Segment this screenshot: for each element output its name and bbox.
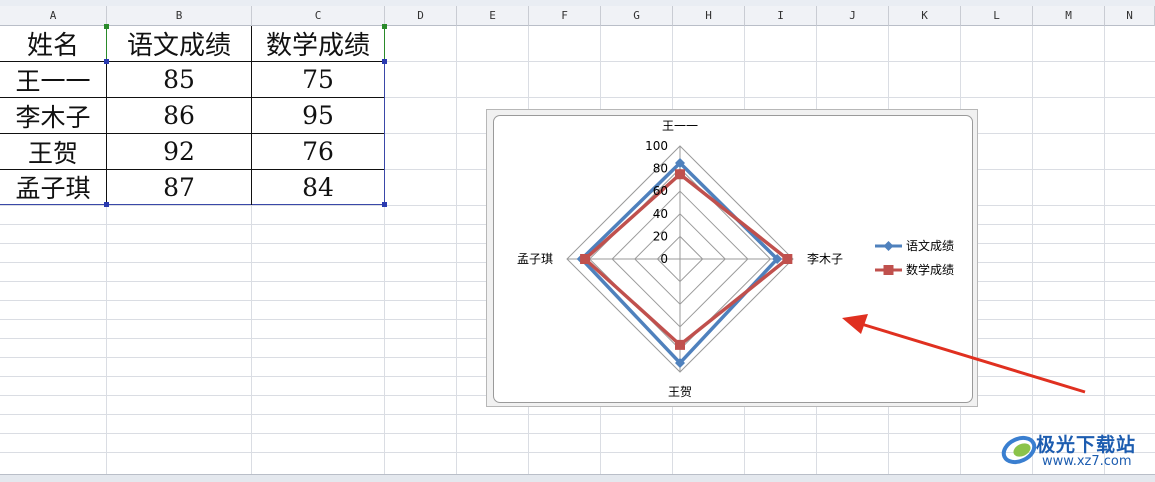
watermark-logo: 极光下载站 www.xz7.com: [1000, 428, 1150, 474]
header-cell[interactable]: 数学成绩: [252, 26, 384, 61]
header-cell[interactable]: 姓名: [0, 26, 106, 61]
column-header[interactable]: H: [673, 6, 745, 26]
column-header[interactable]: G: [601, 6, 673, 26]
column-header[interactable]: N: [1105, 6, 1155, 26]
table-cell[interactable]: 孟子琪: [0, 170, 106, 204]
header-cell[interactable]: 语文成绩: [107, 26, 251, 61]
column-header[interactable]: M: [1033, 6, 1105, 26]
table-cell[interactable]: 92: [107, 134, 251, 169]
column-header[interactable]: F: [529, 6, 601, 26]
table-cell[interactable]: 84: [252, 170, 384, 204]
table-cell[interactable]: 76: [252, 134, 384, 169]
column-header[interactable]: J: [817, 6, 889, 26]
column-header[interactable]: L: [961, 6, 1033, 26]
column-header[interactable]: E: [457, 6, 529, 26]
table-cell[interactable]: 王贺: [0, 134, 106, 169]
watermark-title: 极光下载站: [1036, 434, 1137, 456]
table-cell[interactable]: 李木子: [0, 98, 106, 133]
watermark-url: www.xz7.com: [1042, 454, 1132, 469]
column-header[interactable]: C: [252, 6, 385, 26]
column-header[interactable]: D: [385, 6, 457, 26]
table-cell[interactable]: 87: [107, 170, 251, 204]
logo-icon: [1001, 435, 1037, 465]
table-cell[interactable]: 85: [107, 62, 251, 97]
table-cell[interactable]: 王一一: [0, 62, 106, 97]
table-cell[interactable]: 86: [107, 98, 251, 133]
column-header[interactable]: K: [889, 6, 961, 26]
chart-area[interactable]: [493, 115, 973, 403]
column-header[interactable]: A: [0, 6, 107, 26]
column-header[interactable]: B: [107, 6, 252, 26]
table-cell[interactable]: 75: [252, 62, 384, 97]
column-header[interactable]: I: [745, 6, 817, 26]
table-cell[interactable]: 95: [252, 98, 384, 133]
